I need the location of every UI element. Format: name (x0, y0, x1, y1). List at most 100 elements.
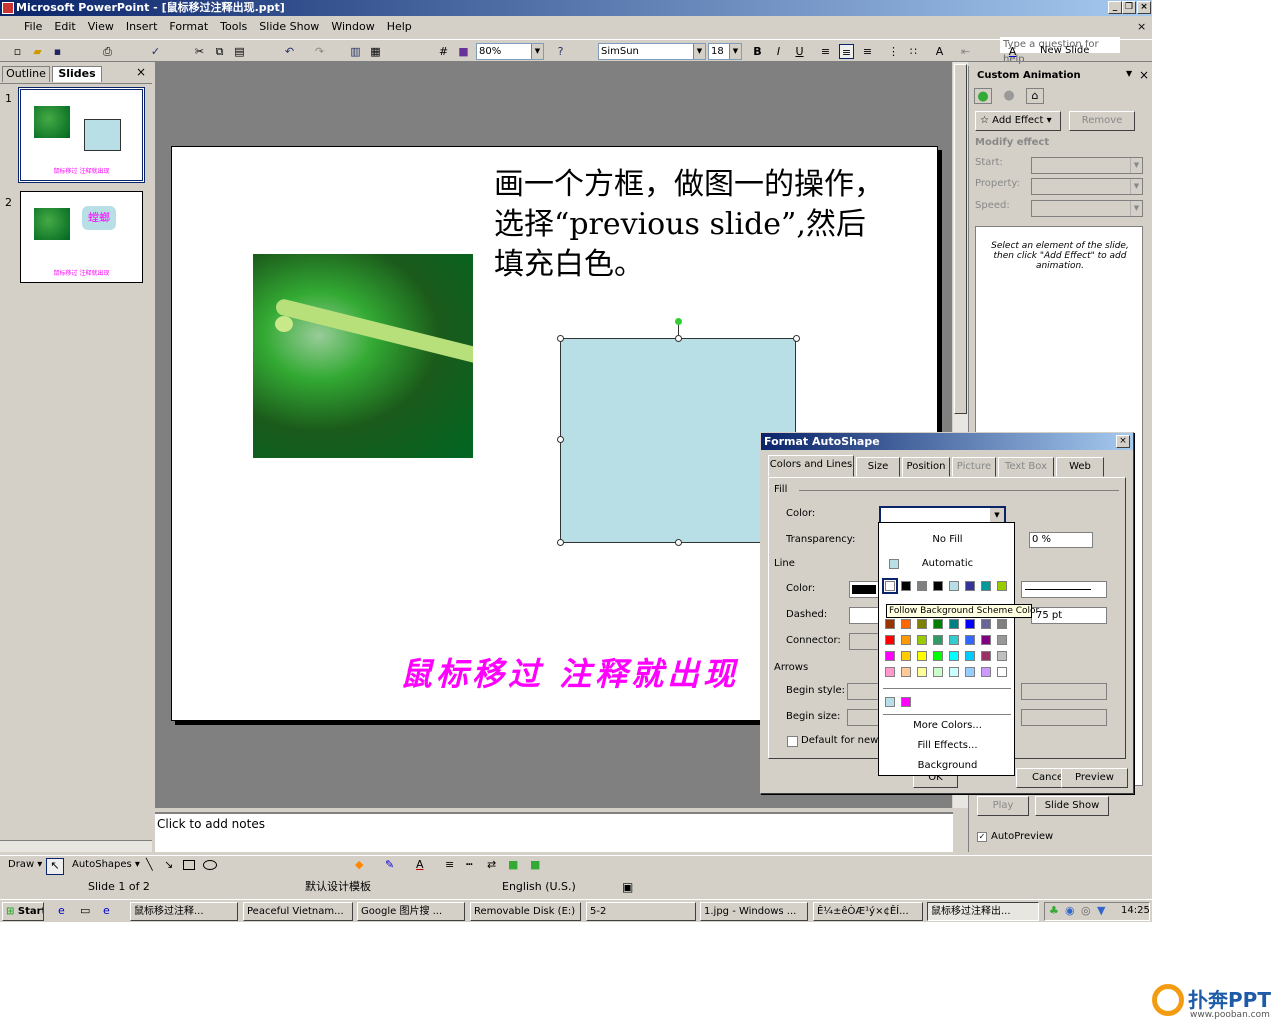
forward-icon[interactable]: ● (1000, 88, 1018, 104)
color-swatch[interactable] (917, 635, 927, 645)
tray-icon[interactable]: ◎ (1081, 904, 1091, 917)
no-fill-option[interactable]: No Fill (879, 533, 1016, 547)
pane-menu-icon[interactable]: ▼ (1126, 69, 1132, 78)
end-size-dropdown[interactable] (1021, 709, 1107, 726)
color-swatch[interactable] (901, 635, 911, 645)
mantis-image[interactable] (253, 254, 473, 458)
color-swatch[interactable] (997, 667, 1007, 677)
print-icon[interactable]: ⎙ (100, 44, 115, 59)
color-swatch[interactable] (981, 667, 991, 677)
align-center-icon[interactable]: ≡ (839, 44, 854, 59)
scroll-thumb[interactable] (954, 64, 967, 414)
spelling-icon[interactable]: ✓ (148, 44, 163, 59)
save-icon[interactable]: ▪ (50, 44, 65, 59)
scheme-color-swatch[interactable] (981, 581, 991, 591)
start-button[interactable]: ⊞ Start (2, 902, 44, 921)
line-color-icon[interactable]: ✎ (385, 858, 394, 871)
menu-slideshow[interactable]: Slide Show (253, 17, 325, 37)
begin-style-dropdown[interactable] (847, 683, 879, 700)
menu-file[interactable]: File (0, 17, 48, 37)
remove-button[interactable]: Remove (1069, 111, 1135, 131)
color-swatch[interactable] (933, 667, 943, 677)
add-effect-button[interactable]: ☆ Add Effect ▾ (975, 111, 1061, 131)
undo-icon[interactable]: ↶ (282, 44, 297, 59)
more-colors-option[interactable]: More Colors... (879, 719, 1016, 733)
color-swatch[interactable] (981, 651, 991, 661)
color-swatch[interactable] (885, 635, 895, 645)
menu-view[interactable]: View (82, 17, 120, 37)
taskbar-item[interactable]: Google 图片搜 ... (357, 902, 465, 921)
taskbar-item[interactable]: 鼠标移过注释... (130, 902, 238, 921)
desktop-icon[interactable]: ▭ (80, 904, 90, 917)
color-swatch[interactable] (885, 619, 895, 629)
pane-close-icon[interactable]: × (1139, 68, 1149, 82)
select-pointer-icon[interactable]: ↖ (46, 858, 64, 875)
cut-icon[interactable]: ✂ (192, 44, 207, 59)
color-swatch[interactable] (965, 651, 975, 661)
ie-icon[interactable]: e (58, 904, 65, 917)
property-select[interactable]: ▼ (1031, 178, 1143, 195)
draw-menu[interactable]: Draw ▾ (8, 859, 42, 870)
color-icon[interactable]: ■ (456, 44, 471, 59)
preview-button[interactable]: Preview (1061, 768, 1128, 788)
menu-window[interactable]: Window (325, 17, 380, 37)
resize-handle[interactable] (557, 436, 564, 443)
bullets-icon[interactable]: ∷ (906, 44, 921, 59)
scheme-color-swatch[interactable] (917, 581, 927, 591)
color-swatch[interactable] (933, 635, 943, 645)
resize-handle[interactable] (675, 335, 682, 342)
bold-icon[interactable]: B (750, 44, 765, 59)
menu-help[interactable]: Help (381, 17, 418, 37)
taskbar-item[interactable]: Peaceful Vietnam... (243, 902, 353, 921)
color-swatch[interactable] (981, 635, 991, 645)
line-icon[interactable]: ╲ (146, 858, 153, 871)
open-icon[interactable]: ▰ (30, 44, 45, 59)
line-style-dropdown[interactable] (1021, 581, 1107, 598)
tab-textbox[interactable]: Text Box (998, 457, 1054, 477)
scheme-color-swatch[interactable] (901, 581, 911, 591)
tray-icon[interactable]: ♣ (1049, 904, 1059, 917)
tab-size[interactable]: Size (856, 457, 900, 477)
font-combo[interactable]: SimSun ▼ (598, 43, 706, 60)
resize-handle[interactable] (675, 539, 682, 546)
scheme-color-swatch[interactable] (965, 581, 975, 591)
rotate-handle[interactable] (675, 318, 682, 325)
color-swatch[interactable] (901, 619, 911, 629)
color-swatch[interactable] (997, 651, 1007, 661)
slide-thumbnail-2[interactable]: 螳螂 鼠标移过 注释就出现 (20, 191, 143, 283)
background-option[interactable]: Background (879, 759, 1016, 773)
shadow-icon[interactable]: ■ (508, 858, 518, 871)
menu-format[interactable]: Format (163, 17, 214, 37)
tab-slides[interactable]: Slides (52, 66, 102, 82)
color-swatch[interactable] (949, 635, 959, 645)
color-swatch[interactable] (917, 619, 927, 629)
taskbar-item-active[interactable]: 鼠标移过注释出... (927, 902, 1039, 921)
redo-icon[interactable]: ↷ (312, 44, 327, 59)
line-weight-input[interactable]: 75 pt (1031, 607, 1107, 624)
align-left-icon[interactable]: ≡ (818, 44, 833, 59)
transparency-input[interactable]: 0 % (1029, 532, 1093, 548)
scheme-color-swatch[interactable] (933, 581, 943, 591)
speed-select[interactable]: ▼ (1031, 200, 1143, 217)
close-pane-icon[interactable]: × (136, 65, 146, 79)
color-swatch[interactable] (965, 635, 975, 645)
restore-button[interactable]: ❐ (1122, 1, 1136, 14)
fill-color-icon[interactable]: ◆ (355, 858, 363, 871)
copy-icon[interactable]: ⧉ (212, 44, 227, 59)
color-swatch[interactable] (885, 667, 895, 677)
back-icon[interactable]: ● (974, 88, 992, 104)
scheme-color-swatch[interactable] (882, 578, 898, 594)
autopreview-checkbox[interactable]: ✓ (977, 832, 987, 842)
fill-effects-option[interactable]: Fill Effects... (879, 739, 1016, 753)
color-swatch[interactable] (981, 619, 991, 629)
color-swatch[interactable] (965, 619, 975, 629)
font-grow-icon[interactable]: A (932, 44, 947, 59)
italic-icon[interactable]: I (771, 44, 786, 59)
color-swatch[interactable] (965, 667, 975, 677)
slideshow-button[interactable]: Slide Show (1035, 796, 1109, 816)
size-combo[interactable]: 18 ▼ (708, 43, 742, 60)
tray-icon[interactable]: ▼ (1097, 904, 1105, 917)
menu-tools[interactable]: Tools (214, 17, 253, 37)
color-swatch[interactable] (901, 651, 911, 661)
taskbar-item[interactable]: Ê¼±êÒÆ¹ý×¢ÊÍ... (813, 902, 923, 921)
